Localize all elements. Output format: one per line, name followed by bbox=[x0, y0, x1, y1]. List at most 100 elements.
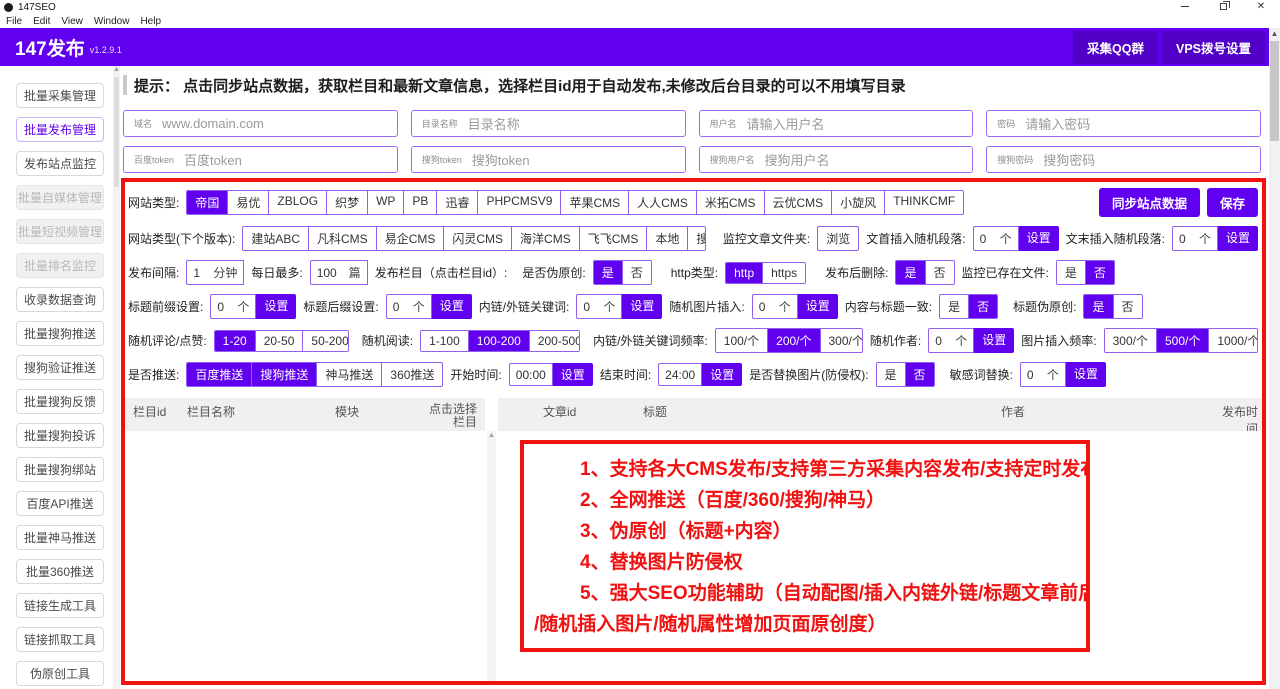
tail-insert-paragraphs-input[interactable]: 0个 bbox=[1172, 226, 1218, 251]
option-PB[interactable]: PB bbox=[403, 191, 436, 214]
option-本地[interactable]: 本地 bbox=[646, 227, 687, 250]
random-author-input[interactable]: 0个 bbox=[928, 328, 974, 353]
option-100-200[interactable]: 100-200 bbox=[468, 331, 529, 351]
option-闪灵CMS[interactable]: 闪灵CMS bbox=[443, 227, 511, 250]
sidebar-item-发布站点监控[interactable]: 发布站点监控 bbox=[16, 151, 104, 176]
start-time-input[interactable]: 00:00 bbox=[509, 363, 553, 386]
title-prefix-input[interactable]: 0个 bbox=[210, 294, 256, 319]
sidebar-scrollbar[interactable]: ▲ bbox=[113, 66, 120, 689]
username-input[interactable]: 用户名请输入用户名 bbox=[699, 110, 974, 137]
column-table-body[interactable] bbox=[125, 431, 485, 685]
scrollbar-up-arrow[interactable]: ▲ bbox=[1269, 28, 1280, 40]
option-搜狗推送[interactable]: 搜狗推送 bbox=[251, 363, 316, 386]
option-是[interactable]: 是 bbox=[1057, 261, 1085, 284]
sidebar-item-搜狗验证推送[interactable]: 搜狗验证推送 bbox=[16, 355, 104, 380]
sogou-token-input[interactable]: 搜狗token搜狗token bbox=[411, 146, 686, 173]
sogou-password-input[interactable]: 搜狗密码搜狗密码 bbox=[986, 146, 1261, 173]
option-http[interactable]: http bbox=[726, 263, 762, 283]
sidebar-item-批量搜狗绑站[interactable]: 批量搜狗绑站 bbox=[16, 457, 104, 482]
random-image-insert-set-button[interactable]: 设置 bbox=[798, 294, 838, 319]
column-table-scrollbar[interactable]: ▲ bbox=[487, 431, 496, 685]
qq-group-button[interactable]: 采集QQ群 bbox=[1073, 31, 1158, 64]
restore-button[interactable] bbox=[1204, 0, 1242, 14]
sidebar-item-批量360推送[interactable]: 批量360推送 bbox=[16, 559, 104, 584]
end-time-set-button[interactable]: 设置 bbox=[702, 363, 742, 386]
baidu-token-input[interactable]: 百度token百度token bbox=[123, 146, 398, 173]
daily-max-input[interactable]: 100篇 bbox=[310, 260, 368, 285]
domain-input[interactable]: 域名www.domain.com bbox=[123, 110, 398, 137]
option-20-50[interactable]: 20-50 bbox=[255, 331, 303, 351]
option-否[interactable]: 否 bbox=[905, 363, 934, 386]
browse-button[interactable]: 浏览 bbox=[817, 226, 859, 251]
option-1-20[interactable]: 1-20 bbox=[215, 331, 255, 351]
option-建站ABC[interactable]: 建站ABC bbox=[243, 227, 308, 250]
directory-name-input[interactable]: 目录名称目录名称 bbox=[411, 110, 686, 137]
option-百度推送[interactable]: 百度推送 bbox=[187, 363, 251, 386]
sidebar-item-批量搜狗投诉[interactable]: 批量搜狗投诉 bbox=[16, 423, 104, 448]
option-200-500[interactable]: 200-500 bbox=[529, 331, 580, 351]
head-insert-paragraphs-input[interactable]: 0个 bbox=[973, 226, 1019, 251]
menu-window[interactable]: Window bbox=[94, 16, 130, 27]
start-time-set-button[interactable]: 设置 bbox=[553, 363, 593, 386]
option-小旋风[interactable]: 小旋风 bbox=[831, 191, 884, 214]
menu-file[interactable]: File bbox=[6, 16, 22, 27]
sidebar-item-伪原创工具[interactable]: 伪原创工具 bbox=[16, 661, 104, 686]
sidebar-item-收录数据查询[interactable]: 收录数据查询 bbox=[16, 287, 104, 312]
close-button[interactable]: ✕ bbox=[1242, 0, 1280, 14]
option-神马推送[interactable]: 神马推送 bbox=[316, 363, 381, 386]
option-https[interactable]: https bbox=[762, 263, 805, 283]
window-scrollbar[interactable]: ▲ bbox=[1269, 28, 1280, 689]
option-否[interactable]: 否 bbox=[925, 261, 954, 284]
option-否[interactable]: 否 bbox=[1113, 295, 1142, 318]
option-人人CMS[interactable]: 人人CMS bbox=[628, 191, 696, 214]
option-是[interactable]: 是 bbox=[1084, 295, 1112, 318]
minimize-button[interactable] bbox=[1166, 0, 1204, 14]
option-否[interactable]: 否 bbox=[968, 295, 997, 318]
option-1000/个[interactable]: 1000/个 bbox=[1208, 329, 1258, 352]
option-海洋CMS[interactable]: 海洋CMS bbox=[511, 227, 579, 250]
password-input[interactable]: 密码请输入密码 bbox=[986, 110, 1261, 137]
option-300/个[interactable]: 300/个 bbox=[1105, 329, 1156, 352]
option-是[interactable]: 是 bbox=[940, 295, 968, 318]
sidebar-item-批量采集管理[interactable]: 批量采集管理 bbox=[16, 83, 104, 108]
option-THINKCMF[interactable]: THINKCMF bbox=[884, 191, 963, 214]
option-否[interactable]: 否 bbox=[1085, 261, 1114, 284]
menu-edit[interactable]: Edit bbox=[33, 16, 50, 27]
menu-help[interactable]: Help bbox=[140, 16, 161, 27]
option-云优CMS[interactable]: 云优CMS bbox=[764, 191, 832, 214]
sidebar-scrollbar-thumb[interactable] bbox=[114, 77, 119, 187]
end-time-input[interactable]: 24:00 bbox=[658, 363, 702, 386]
option-200/个[interactable]: 200/个 bbox=[767, 329, 819, 352]
menu-view[interactable]: View bbox=[61, 16, 83, 27]
option-否[interactable]: 否 bbox=[622, 261, 651, 284]
option-是[interactable]: 是 bbox=[896, 261, 924, 284]
option-500/个[interactable]: 500/个 bbox=[1156, 329, 1208, 352]
option-凡科CMS[interactable]: 凡科CMS bbox=[308, 227, 376, 250]
sidebar-item-批量搜狗推送[interactable]: 批量搜狗推送 bbox=[16, 321, 104, 346]
option-50-200[interactable]: 50-200 bbox=[302, 331, 348, 351]
option-飞飞CMS[interactable]: 飞飞CMS bbox=[579, 227, 647, 250]
option-迅睿[interactable]: 迅睿 bbox=[436, 191, 477, 214]
option-是[interactable]: 是 bbox=[877, 363, 905, 386]
save-button[interactable]: 保存 bbox=[1207, 188, 1258, 217]
window-scrollbar-thumb[interactable] bbox=[1270, 41, 1279, 141]
sidebar-item-批量搜狗反馈[interactable]: 批量搜狗反馈 bbox=[16, 389, 104, 414]
option-织梦[interactable]: 织梦 bbox=[326, 191, 367, 214]
option-易优[interactable]: 易优 bbox=[227, 191, 268, 214]
vps-dial-settings-button[interactable]: VPS拨号设置 bbox=[1162, 31, 1265, 64]
sidebar-item-百度API推送[interactable]: 百度API推送 bbox=[16, 491, 104, 516]
head-insert-paragraphs-set-button[interactable]: 设置 bbox=[1019, 226, 1059, 251]
link-keywords-input[interactable]: 0个 bbox=[576, 294, 622, 319]
sidebar-item-链接生成工具[interactable]: 链接生成工具 bbox=[16, 593, 104, 618]
sync-site-data-button[interactable]: 同步站点数据 bbox=[1099, 188, 1200, 217]
option-ZBLOG[interactable]: ZBLOG bbox=[268, 191, 326, 214]
option-PHPCMSV9[interactable]: PHPCMSV9 bbox=[477, 191, 560, 214]
tail-insert-paragraphs-set-button[interactable]: 设置 bbox=[1218, 226, 1258, 251]
publish-interval-input[interactable]: 1分钟 bbox=[186, 260, 244, 285]
option-苹果CMS[interactable]: 苹果CMS bbox=[560, 191, 628, 214]
option-1-100[interactable]: 1-100 bbox=[421, 331, 468, 351]
sidebar-item-链接抓取工具[interactable]: 链接抓取工具 bbox=[16, 627, 104, 652]
option-搜外[interactable]: 搜外 bbox=[687, 227, 706, 250]
random-author-set-button[interactable]: 设置 bbox=[974, 328, 1014, 353]
sogou-username-input[interactable]: 搜狗用户名搜狗用户名 bbox=[699, 146, 974, 173]
